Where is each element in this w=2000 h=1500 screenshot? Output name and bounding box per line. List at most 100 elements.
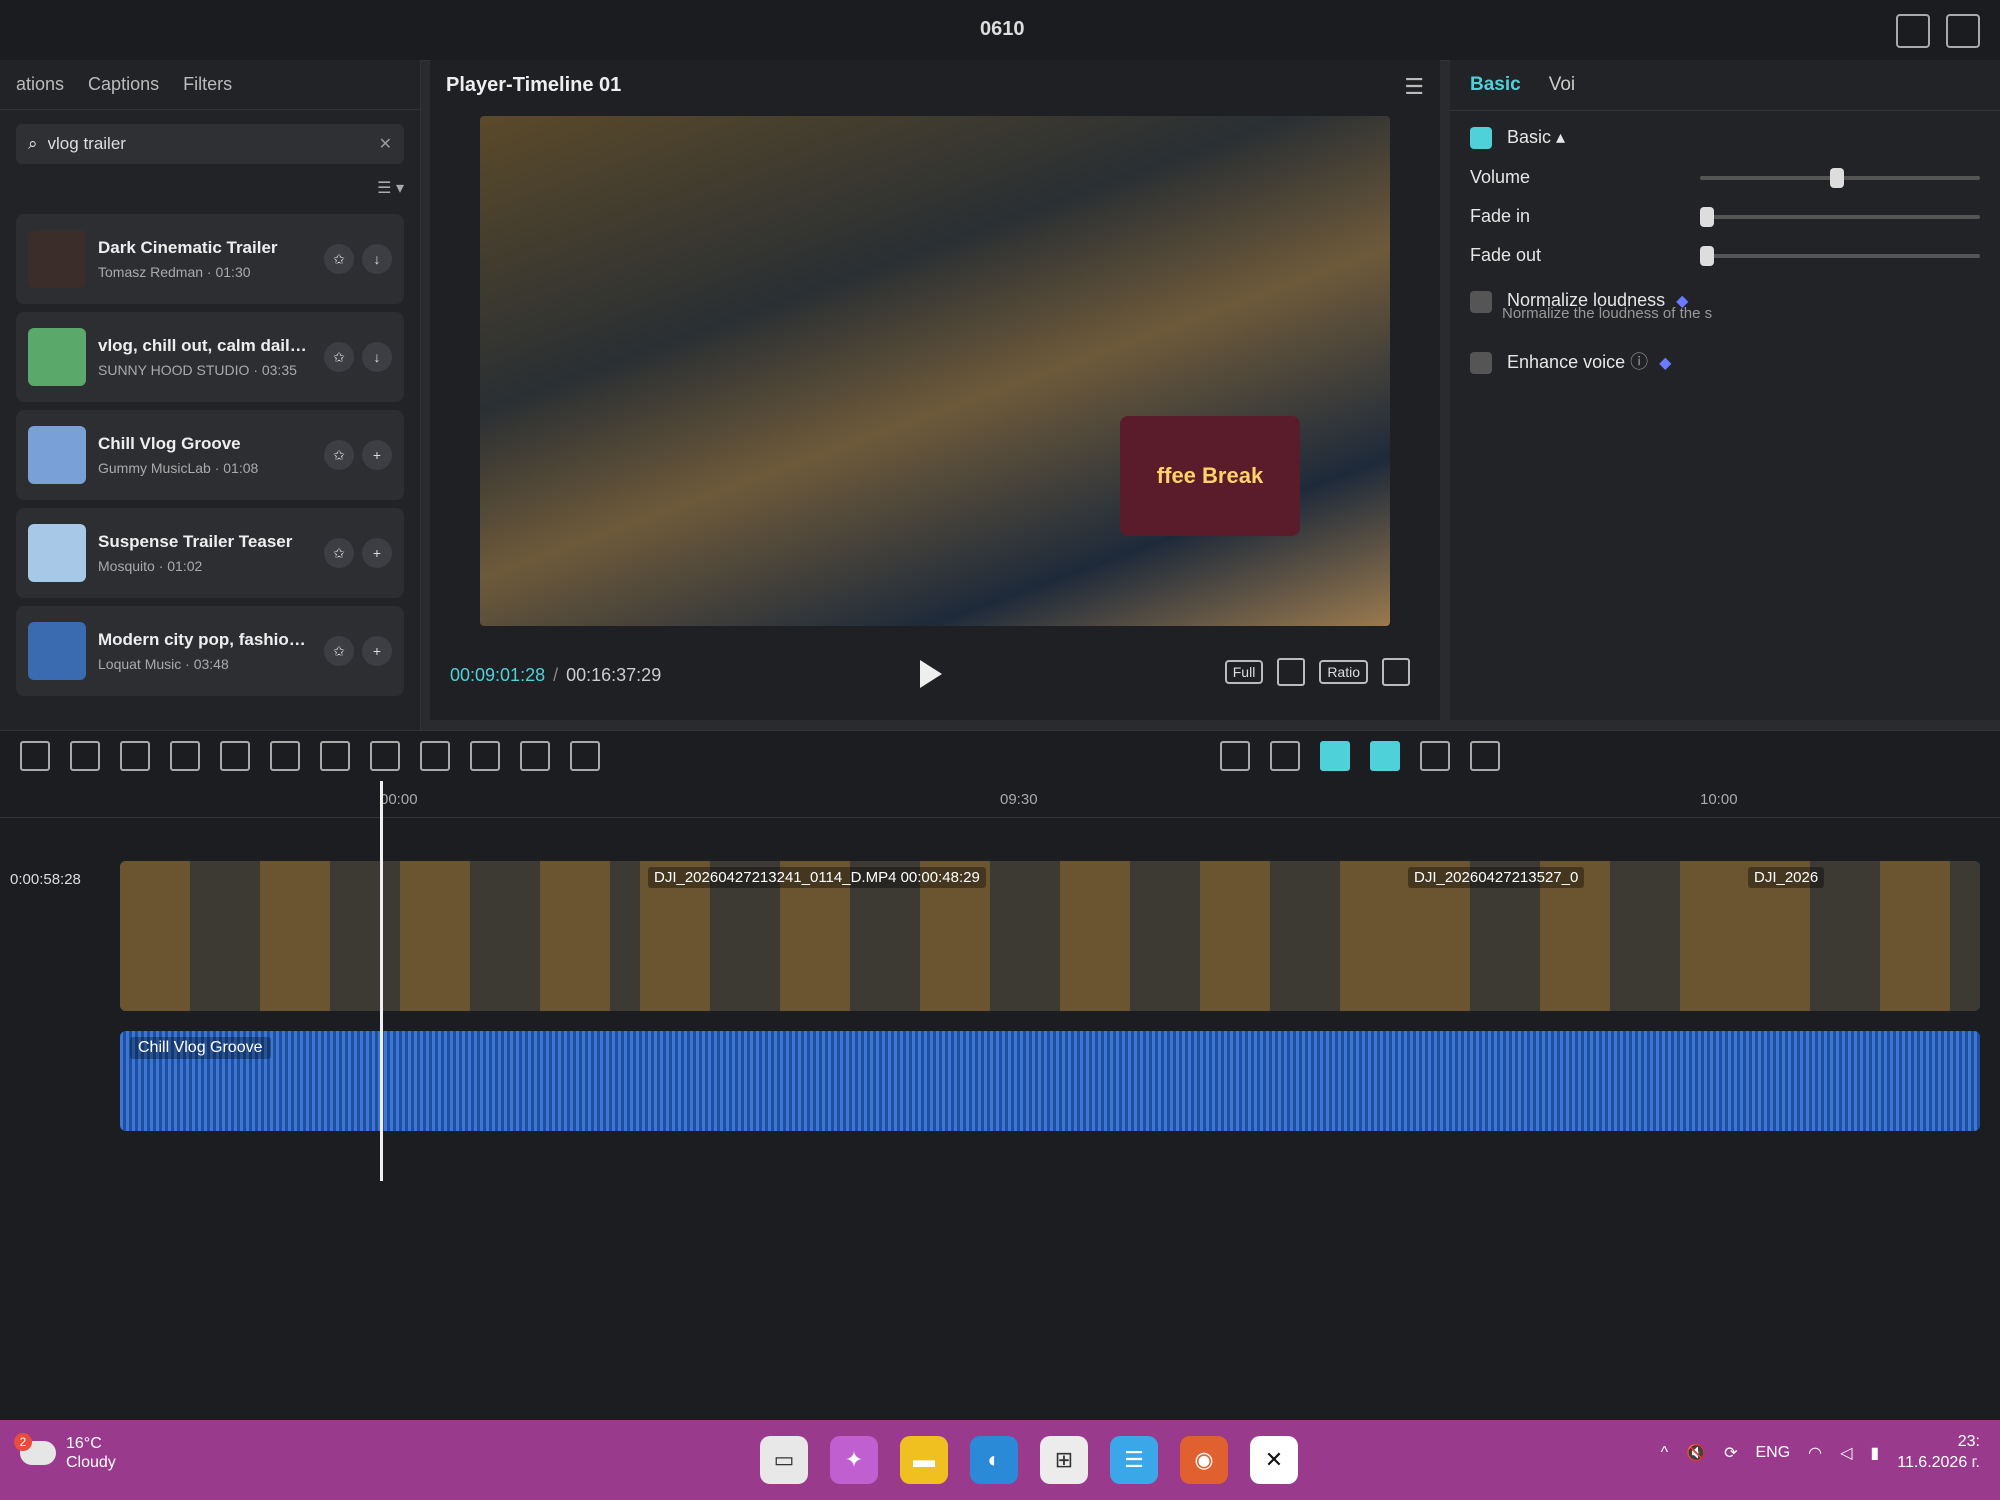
menu-icon[interactable]: ☰ xyxy=(1404,74,1424,100)
snap-icon[interactable] xyxy=(1370,741,1400,771)
track-thumbnail xyxy=(28,328,86,386)
crop-icon[interactable] xyxy=(320,741,350,771)
audio-split-icon[interactable] xyxy=(520,741,550,771)
playhead[interactable] xyxy=(380,781,383,1181)
track-meta: Tomasz Redman · 01:30 xyxy=(98,264,251,280)
video-clip[interactable]: DJI_20260427213241_0114_D.MP4 00:00:48:2… xyxy=(640,861,1402,1011)
snapshot-icon[interactable] xyxy=(1277,658,1306,686)
video-clip[interactable]: DJI_2026 xyxy=(1740,861,1980,1011)
mute-icon[interactable]: 🔇 xyxy=(1686,1443,1706,1463)
add-icon[interactable]: + xyxy=(362,440,392,470)
clear-search-icon[interactable]: ✕ xyxy=(379,134,392,154)
notes-icon[interactable]: ☰ xyxy=(1110,1436,1158,1484)
enhance-checkbox[interactable] xyxy=(1470,351,1492,374)
fade-out-slider[interactable] xyxy=(1700,245,1980,266)
favorite-icon[interactable]: ✩ xyxy=(324,636,354,666)
tab-captions[interactable]: Captions xyxy=(88,74,159,95)
list-item[interactable]: Modern city pop, fashion, Vlog(14... Loq… xyxy=(16,606,404,696)
ruler-tick: 10:00 xyxy=(1700,791,1738,808)
layout-icon[interactable] xyxy=(1896,14,1930,48)
delete-icon[interactable] xyxy=(220,741,250,771)
split-right-icon[interactable] xyxy=(170,741,200,771)
player-panel: Player-Timeline 01 ☰ ffee Break 00:09:01… xyxy=(430,60,1440,720)
sort-filter-icon[interactable]: ☰ ▾ xyxy=(377,178,404,198)
track-title: vlog, chill out, calm daily life(1370... xyxy=(98,336,312,355)
list-item[interactable]: Chill Vlog Groove Gummy MusicLab · 01:08… xyxy=(16,410,404,500)
favorite-icon[interactable]: ✩ xyxy=(324,342,354,372)
download-icon[interactable]: ↓ xyxy=(362,342,392,372)
video-clip[interactable]: DJI_20260427213527_0 xyxy=(1400,861,1742,1011)
magic-icon[interactable] xyxy=(470,741,500,771)
zoom-fit-icon[interactable] xyxy=(1470,741,1500,771)
file-icon[interactable]: ▭ xyxy=(760,1436,808,1484)
replace-icon[interactable] xyxy=(570,741,600,771)
clock-time: 23: xyxy=(1957,1433,1980,1450)
system-tray: ^ 🔇 ⟳ ENG ◠ ◁ ▮ 23: 11.6.2026 г. xyxy=(1661,1432,1980,1474)
panel-icon[interactable] xyxy=(1946,14,1980,48)
timeline-panel: 00:00 09:30 10:00 0:00:58:28 DJI_2026042… xyxy=(0,730,2000,1421)
timecode-separator: / xyxy=(553,664,559,685)
list-item[interactable]: vlog, chill out, calm daily life(1370...… xyxy=(16,312,404,402)
preview-axis-icon[interactable] xyxy=(1420,741,1450,771)
magnet-icon[interactable] xyxy=(1320,741,1350,771)
full-button[interactable]: Full xyxy=(1224,660,1264,684)
track-title: Dark Cinematic Trailer xyxy=(98,238,278,257)
ratio-button[interactable]: Ratio xyxy=(1319,660,1368,684)
edge-icon[interactable]: ◐ xyxy=(970,1436,1018,1484)
mirror-icon[interactable] xyxy=(370,741,400,771)
store-icon[interactable]: ⊞ xyxy=(1040,1436,1088,1484)
chrome-icon[interactable]: ◉ xyxy=(1180,1436,1228,1484)
microphone-icon[interactable] xyxy=(1220,741,1250,771)
folder-icon[interactable]: ▬ xyxy=(900,1436,948,1484)
favorite-icon[interactable]: ✩ xyxy=(324,440,354,470)
search-bar: ⌕ ✕ xyxy=(16,124,404,164)
clock[interactable]: 23: 11.6.2026 г. xyxy=(1897,1432,1980,1474)
video-preview[interactable]: ffee Break xyxy=(480,116,1390,626)
cafe-sign: ffee Break xyxy=(1120,416,1300,536)
split-left-icon[interactable] xyxy=(120,741,150,771)
list-item[interactable]: Dark Cinematic Trailer Tomasz Redman · 0… xyxy=(16,214,404,304)
volume-icon[interactable]: ◁ xyxy=(1840,1443,1852,1463)
list-item[interactable]: Suspense Trailer Teaser Mosquito · 01:02… xyxy=(16,508,404,598)
tab-basic[interactable]: Basic xyxy=(1470,74,1521,96)
undo-icon[interactable] xyxy=(20,741,50,771)
volume-slider[interactable] xyxy=(1700,167,1980,188)
tab-voice[interactable]: Voi xyxy=(1549,74,1575,96)
tab-transitions[interactable]: ations xyxy=(16,74,64,95)
add-icon[interactable]: + xyxy=(362,538,392,568)
section-header[interactable]: Basic ▴ xyxy=(1470,127,1980,150)
wifi-icon[interactable]: ◠ xyxy=(1808,1443,1822,1463)
capcut-icon[interactable]: ✕ xyxy=(1250,1436,1298,1484)
project-title: 0610 xyxy=(980,18,1025,40)
add-icon[interactable]: + xyxy=(362,636,392,666)
battery-icon[interactable]: ▮ xyxy=(1870,1443,1879,1463)
basic-section: Basic ▴ Volume Fade in Fade out Normaliz… xyxy=(1450,111,2000,390)
normalize-checkbox[interactable] xyxy=(1470,290,1492,313)
favorite-icon[interactable]: ✩ xyxy=(324,244,354,274)
player-controls: 00:09:01:28 / 00:16:37:29 Full Ratio xyxy=(450,650,1420,700)
info-icon[interactable]: ⓘ xyxy=(1630,352,1648,372)
favorite-icon[interactable]: ✩ xyxy=(324,538,354,568)
weather-widget[interactable]: 2 16°C Cloudy xyxy=(14,1433,116,1472)
fullscreen-icon[interactable] xyxy=(1382,658,1410,686)
download-icon[interactable]: ↓ xyxy=(362,244,392,274)
sync-icon[interactable]: ⟳ xyxy=(1724,1443,1737,1463)
tab-filters[interactable]: Filters xyxy=(183,74,232,95)
chevron-up-icon[interactable]: ^ xyxy=(1661,1444,1669,1462)
link-icon[interactable] xyxy=(1270,741,1300,771)
video-track: DJI_20260427213241_0114_D.MP4 00:00:48:2… xyxy=(120,861,1980,1011)
copilot-icon[interactable]: ✦ xyxy=(830,1436,878,1484)
basic-checkbox[interactable] xyxy=(1470,127,1492,150)
audio-clip[interactable]: Chill Vlog Groove xyxy=(120,1031,1980,1131)
timeline-ruler[interactable]: 00:00 09:30 10:00 xyxy=(0,787,2000,818)
fade-in-slider[interactable] xyxy=(1700,206,1980,227)
volume-label: Volume xyxy=(1470,167,1531,188)
adjust-icon[interactable] xyxy=(420,741,450,771)
search-input[interactable] xyxy=(45,133,371,155)
language-indicator[interactable]: ENG xyxy=(1755,1444,1790,1462)
fade-out-row: Fade out xyxy=(1470,245,1980,266)
play-icon[interactable] xyxy=(920,660,942,688)
mask-icon[interactable] xyxy=(270,741,300,771)
enhance-label: Enhance voice xyxy=(1507,351,1626,372)
split-icon[interactable] xyxy=(70,741,100,771)
